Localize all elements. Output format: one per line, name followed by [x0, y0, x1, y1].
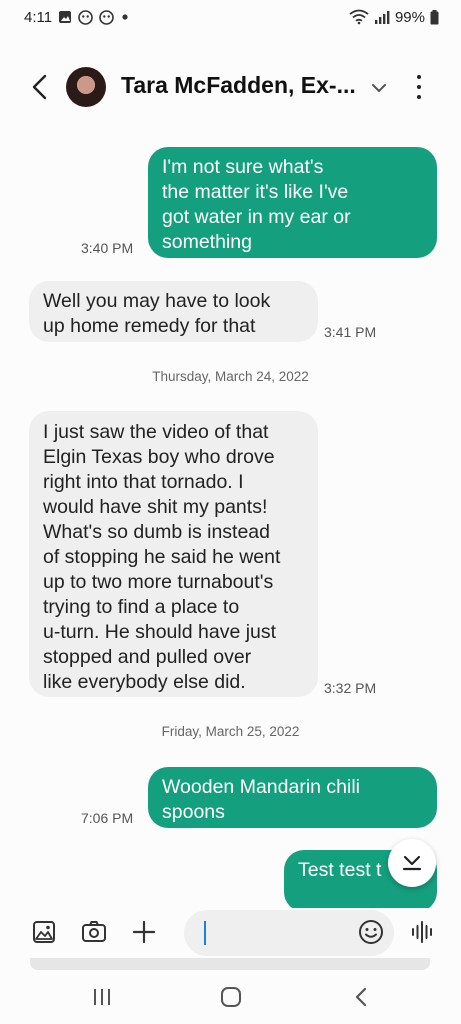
signal-icon	[374, 10, 390, 24]
message-line: like everybody else did.	[43, 671, 246, 693]
gallery-icon[interactable]	[30, 918, 58, 946]
message-line: spoons	[162, 801, 225, 823]
back-arrow-icon[interactable]	[26, 70, 52, 104]
message-bubble-incoming[interactable]: I just saw the video of that Elgin Texas…	[29, 411, 318, 697]
message-timestamp: 3:41 PM	[324, 324, 377, 340]
home-icon[interactable]	[218, 984, 244, 1010]
message-line: Wooden Mandarin chili	[162, 776, 360, 798]
message-line: got water in my ear or	[162, 206, 351, 228]
message-bubble-outgoing[interactable]: I'm not sure what's the matter it's like…	[148, 147, 437, 258]
message-line: the matter it's like I've	[162, 181, 349, 203]
recents-icon[interactable]	[89, 984, 115, 1010]
app-notification-icon	[78, 9, 93, 25]
app-notification-icon-2	[99, 9, 114, 25]
conversation-header: Tara McFadden, Ex-...	[0, 56, 461, 118]
message-line: up to two more turnabout's	[43, 571, 274, 593]
message-bubble-incoming[interactable]: Well you may have to look up home remedy…	[29, 281, 318, 342]
message-line: u-turn. He should have just	[43, 621, 277, 643]
camera-icon[interactable]	[80, 918, 108, 946]
message-line: I'm not sure what's	[162, 156, 324, 178]
voice-icon[interactable]	[409, 918, 437, 946]
message-line: Elgin Texas boy who drove	[43, 446, 275, 468]
message-line: something	[162, 231, 252, 253]
emoji-icon[interactable]	[357, 918, 385, 946]
keyboard-preview-strip	[30, 958, 430, 970]
wifi-icon	[349, 9, 369, 25]
contact-name[interactable]: Tara McFadden, Ex-...	[121, 72, 356, 99]
message-timestamp: 3:40 PM	[81, 240, 134, 256]
message-line: trying to find a place to	[43, 596, 240, 618]
dot-icon	[120, 12, 130, 22]
message-line: I just saw the video of that	[43, 421, 269, 443]
message-line: of stopping he said he went	[43, 546, 281, 568]
chevron-down-icon	[402, 855, 422, 871]
avatar[interactable]	[66, 67, 106, 107]
status-bar: 4:11 99%	[0, 0, 461, 34]
date-separator: Thursday, March 24, 2022	[152, 369, 309, 384]
text-cursor	[204, 921, 206, 945]
message-line: right into that tornado. I	[43, 471, 244, 493]
message-line: What's so dumb is instead	[43, 521, 270, 543]
battery-percent: 99%	[394, 8, 425, 26]
plus-icon[interactable]	[130, 918, 158, 946]
message-line: stopped and pulled over	[43, 646, 252, 668]
back-icon[interactable]	[348, 984, 374, 1010]
date-separator: Friday, March 25, 2022	[161, 724, 300, 739]
status-time: 4:11	[24, 8, 53, 26]
message-line: would have shit my pants!	[43, 496, 268, 518]
message-bubble-outgoing[interactable]: Wooden Mandarin chili spoons	[148, 767, 437, 828]
message-line: Well you may have to look	[43, 290, 271, 312]
scroll-to-bottom-button[interactable]	[388, 839, 436, 887]
more-vert-icon[interactable]	[409, 72, 429, 102]
message-line: up home remedy for that	[43, 315, 256, 337]
message-timestamp: 7:06 PM	[81, 810, 134, 826]
battery-icon	[430, 9, 439, 25]
compose-bar	[0, 908, 461, 958]
gallery-notification-icon	[58, 10, 72, 24]
chevron-down-icon[interactable]	[369, 78, 389, 98]
message-timestamp: 3:32 PM	[324, 680, 377, 696]
system-nav-bar	[0, 970, 461, 1024]
